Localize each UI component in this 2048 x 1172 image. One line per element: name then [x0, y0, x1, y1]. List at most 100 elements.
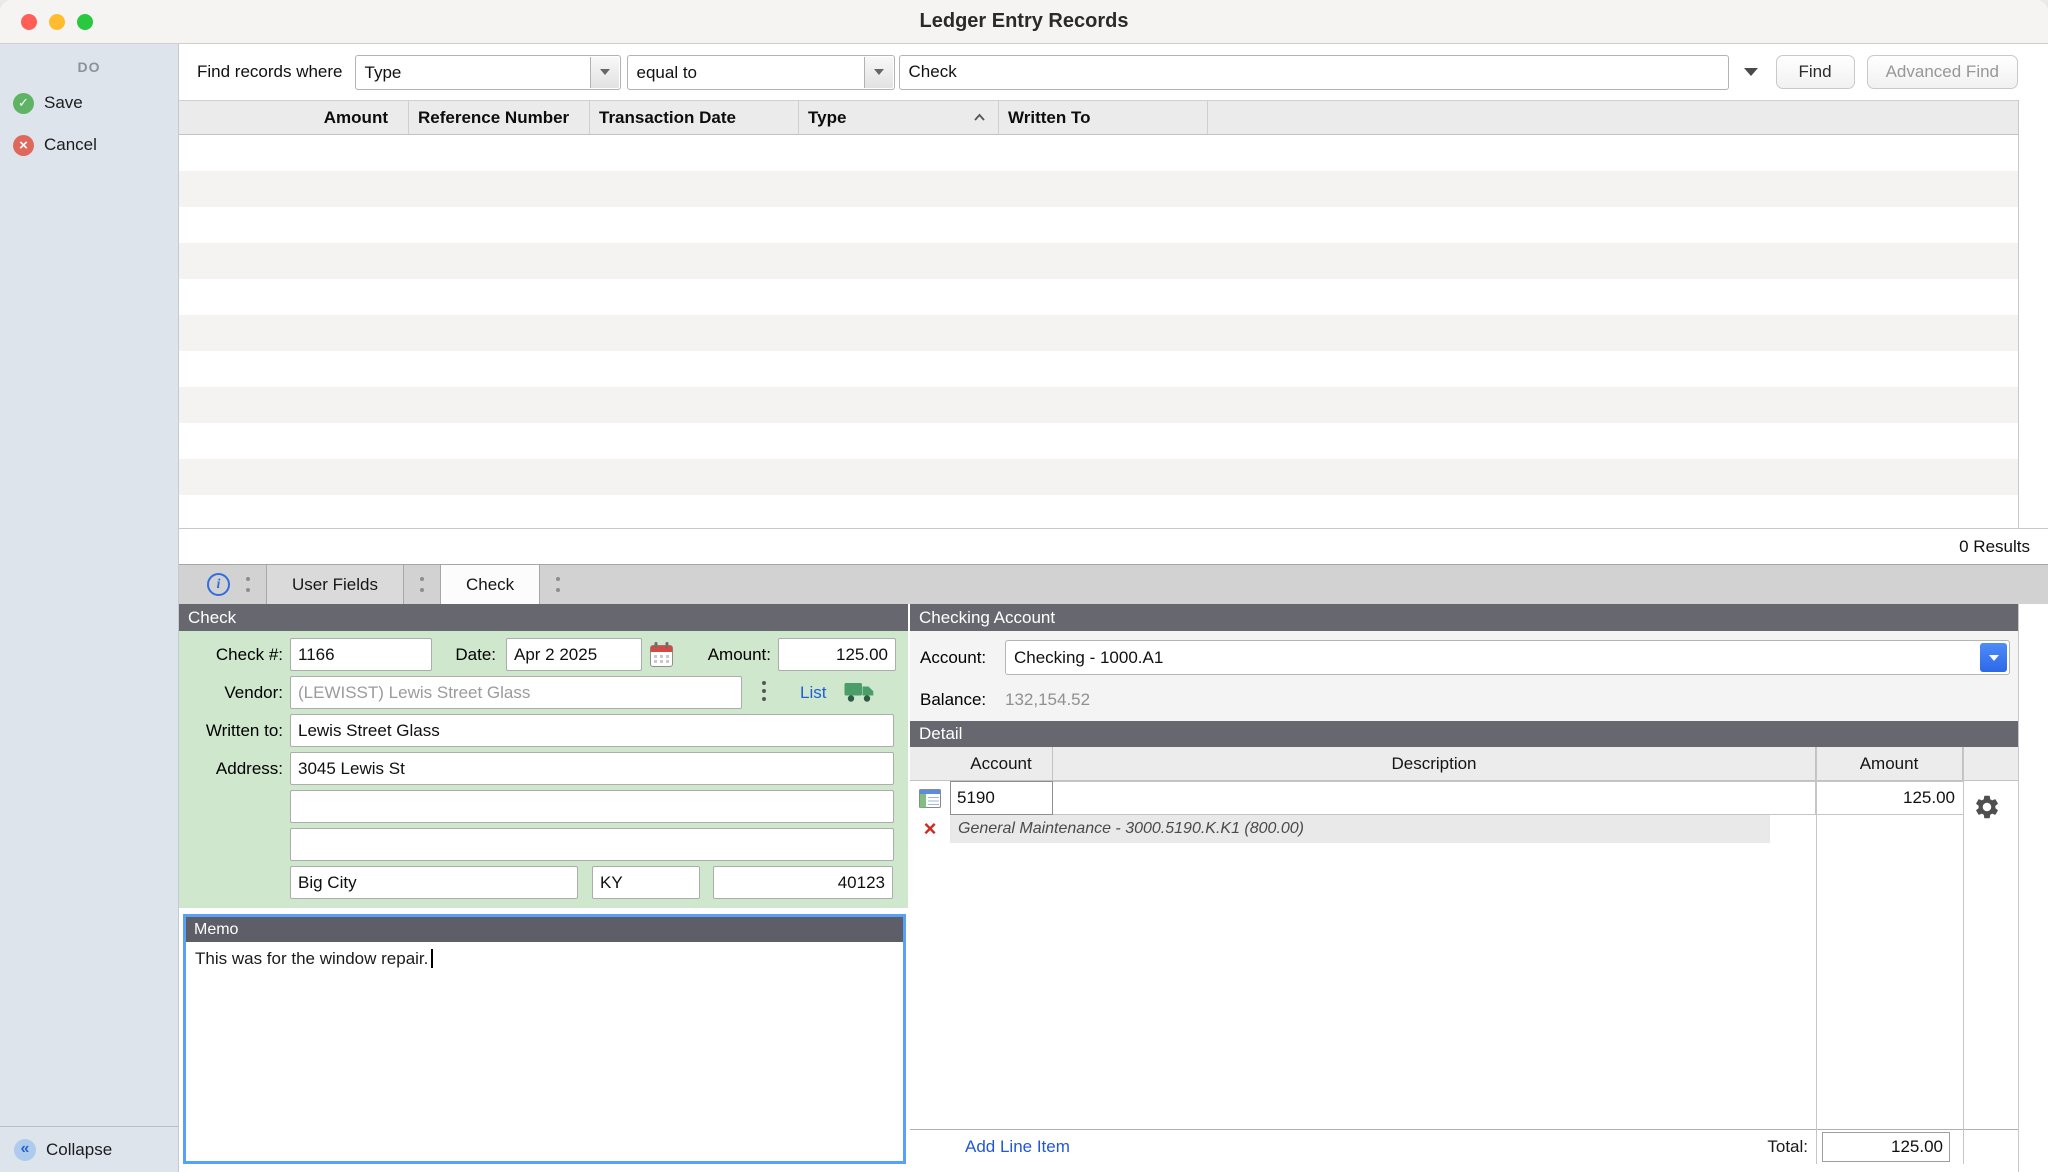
zoom-window-button[interactable]	[77, 14, 93, 30]
drag-dots-icon	[556, 577, 560, 592]
find-records-where-label: Find records where	[197, 62, 343, 82]
ledger-account-icon[interactable]	[910, 781, 950, 815]
column-header-amount[interactable]: Amount	[179, 101, 409, 134]
address-line1-input[interactable]	[290, 752, 894, 785]
close-window-button[interactable]	[21, 14, 37, 30]
sidebar: DO ✓ Save × Cancel « Collapse	[0, 44, 179, 1172]
total-value	[1822, 1132, 1950, 1162]
collapse-label: Collapse	[46, 1140, 112, 1160]
delete-line-item-button[interactable]: ×	[910, 815, 950, 843]
detail-column-account: Account	[950, 747, 1053, 780]
find-operator-dropdown[interactable]: equal to	[627, 55, 895, 90]
truck-icon[interactable]	[844, 676, 874, 709]
add-line-item-link[interactable]: Add Line Item	[965, 1137, 1070, 1157]
find-button[interactable]: Find	[1776, 55, 1855, 89]
detail-empty-area	[910, 843, 2018, 1129]
cancel-label: Cancel	[44, 135, 97, 155]
column-header-reference-number[interactable]: Reference Number	[409, 101, 590, 134]
address-row-3	[179, 828, 908, 861]
account-row: Account: Checking - 1000.A1	[920, 640, 2018, 675]
column-header-written-to[interactable]: Written To	[999, 101, 1208, 134]
column-header-type[interactable]: Type	[799, 101, 999, 134]
find-bar: Find records where Type equal to Find Ad…	[179, 44, 2048, 100]
address-label: Address:	[179, 752, 283, 785]
detail-column-amount: Amount	[1816, 747, 1963, 780]
account-value: Checking - 1000.A1	[1014, 648, 1163, 667]
calendar-icon[interactable]	[648, 638, 674, 671]
info-icon[interactable]: i	[207, 573, 230, 596]
column-header-transaction-date[interactable]: Transaction Date	[590, 101, 799, 134]
cancel-button[interactable]: × Cancel	[13, 131, 178, 159]
traffic-lights	[21, 14, 93, 30]
checking-account-panel: Checking Account Account: Checking - 100…	[910, 604, 2018, 1172]
account-dropdown[interactable]: Checking - 1000.A1	[1005, 640, 2010, 675]
chevron-down-icon	[590, 57, 619, 88]
date-input[interactable]	[506, 638, 642, 671]
find-value-input[interactable]	[899, 55, 1729, 90]
drag-dots-icon	[246, 577, 250, 592]
total-label: Total:	[1767, 1137, 1808, 1157]
gear-icon[interactable]	[1973, 793, 2001, 826]
state-input[interactable]	[592, 866, 700, 899]
check-panel: Check Check #: Date:	[179, 604, 908, 1172]
chevron-down-icon	[1980, 643, 2007, 672]
balance-value: 132,154.52	[1005, 688, 1090, 712]
address-row-1: Address:	[179, 752, 908, 785]
results-table-header: Amount Reference Number Transaction Date…	[179, 100, 2018, 135]
titlebar: Ledger Entry Records	[0, 0, 2048, 44]
results-table-body	[179, 135, 2018, 528]
advanced-find-button[interactable]: Advanced Find	[1867, 55, 2018, 89]
line-item-account-input[interactable]	[950, 781, 1053, 815]
zip-input[interactable]	[713, 866, 893, 899]
collapse-chevrons-icon: «	[14, 1139, 36, 1161]
tab-user-fields[interactable]: User Fields	[266, 565, 404, 605]
save-button[interactable]: ✓ Save	[13, 89, 178, 117]
balance-row: Balance: 132,154.52	[920, 688, 2018, 712]
find-operator-value: equal to	[637, 63, 698, 82]
checking-account-header: Checking Account	[910, 604, 2018, 631]
amount-input[interactable]	[778, 638, 896, 671]
vendor-input[interactable]	[290, 676, 742, 709]
tab-bar: i User Fields Check	[179, 564, 2048, 604]
memo-header: Memo	[186, 917, 903, 942]
chevron-down-icon	[864, 57, 893, 88]
line-item-amount-cell[interactable]: 125.00	[1816, 781, 1963, 815]
text-cursor	[431, 949, 433, 968]
check-form: Check #: Date: Amo	[179, 631, 908, 908]
collapse-button[interactable]: « Collapse	[0, 1126, 178, 1172]
red-x-icon: ×	[924, 818, 937, 840]
detail-table: Account Description Amount	[910, 747, 2018, 1172]
vendor-list-link[interactable]: List	[800, 676, 826, 709]
drag-dots-icon	[420, 577, 424, 592]
line-item-description-cell[interactable]	[1053, 781, 1816, 815]
account-info-row: × General Maintenance - 3000.5190.K.K1 (…	[910, 815, 2018, 843]
vendor-menu-dots-icon[interactable]	[762, 681, 766, 709]
detail-header: Detail	[910, 721, 2018, 747]
find-field-dropdown[interactable]: Type	[355, 55, 621, 90]
address-line2-input[interactable]	[290, 790, 894, 823]
address-line3-input[interactable]	[290, 828, 894, 861]
column-divider	[1816, 747, 1817, 1164]
city-input[interactable]	[290, 866, 578, 899]
column-divider	[1963, 747, 1964, 1164]
detail-column-description: Description	[1053, 747, 1816, 780]
address-row-2	[179, 790, 908, 823]
detail-table-header: Account Description Amount	[910, 747, 2018, 781]
amount-label: Amount:	[674, 638, 771, 671]
tab-check[interactable]: Check	[440, 565, 540, 605]
vendor-label: Vendor:	[179, 676, 283, 709]
account-label: Account:	[920, 640, 1005, 675]
minimize-window-button[interactable]	[49, 14, 65, 30]
written-to-input[interactable]	[290, 714, 894, 747]
window-title: Ledger Entry Records	[920, 10, 1129, 33]
memo-text: This was for the window repair.	[195, 949, 428, 968]
check-number-input[interactable]	[290, 638, 432, 671]
memo-section: Memo This was for the window repair.	[183, 914, 906, 1164]
balance-label: Balance:	[920, 688, 1005, 712]
memo-input[interactable]: This was for the window repair.	[186, 942, 903, 1161]
results-table: Amount Reference Number Transaction Date…	[179, 100, 2018, 528]
find-options-dropdown-icon[interactable]	[1744, 68, 1758, 76]
save-label: Save	[44, 93, 83, 113]
detail-footer-row: Add Line Item Total:	[910, 1129, 2018, 1164]
check-number-row: Check #: Date: Amo	[179, 638, 908, 671]
